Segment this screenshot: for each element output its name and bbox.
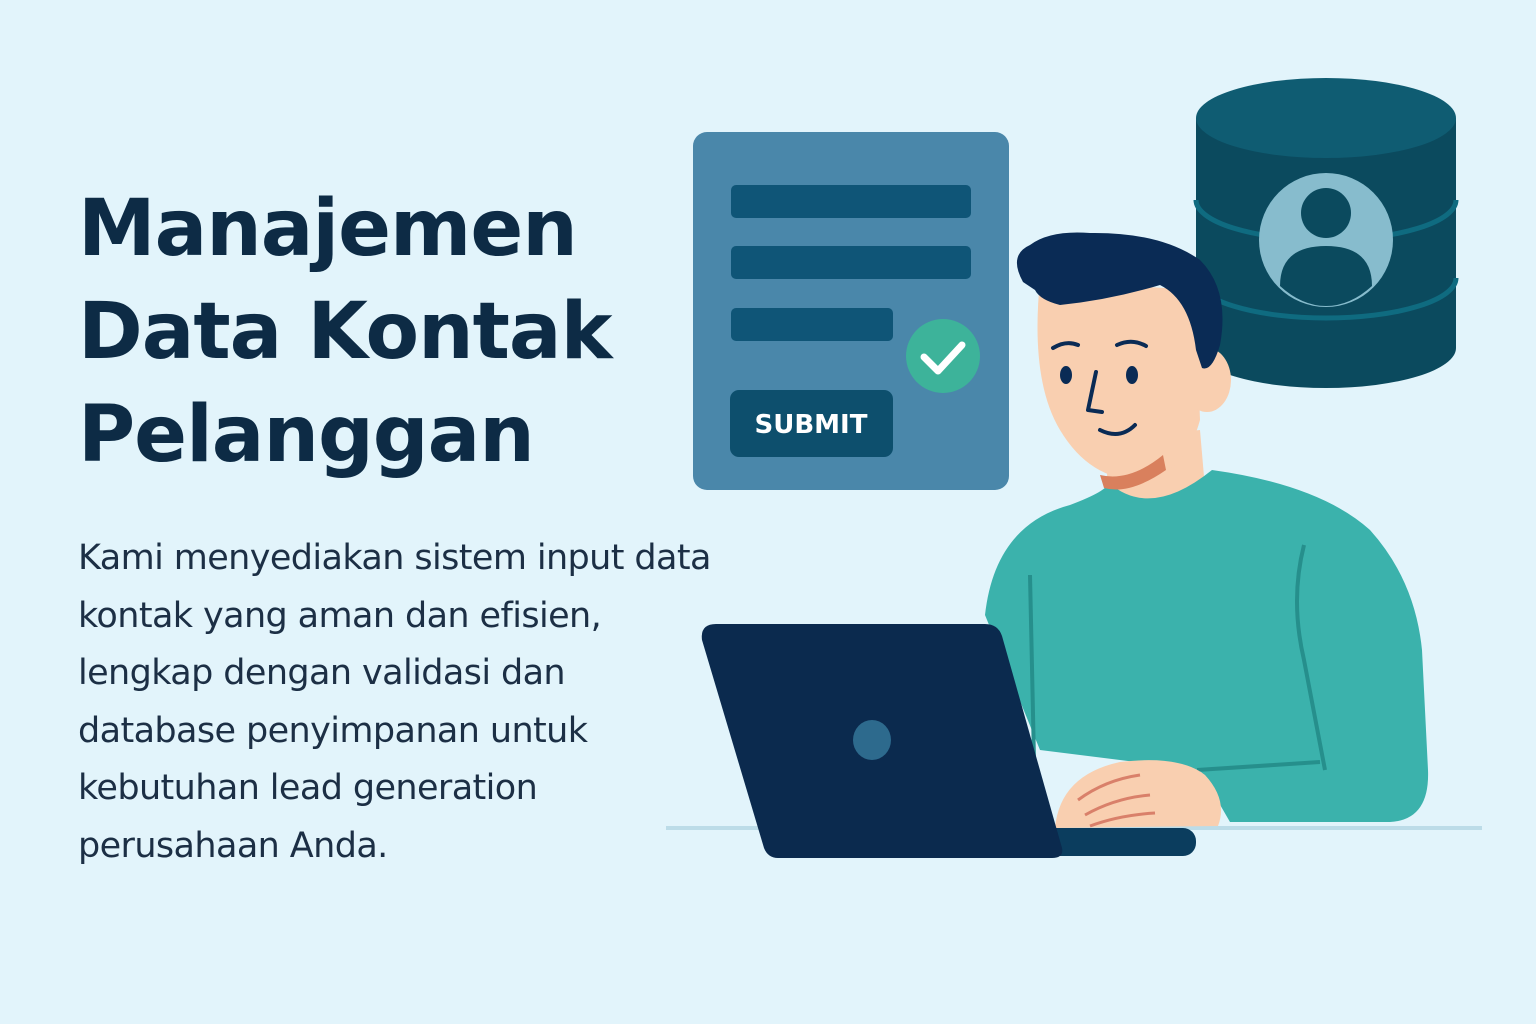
form-field-1[interactable] [731,185,971,218]
submit-button[interactable]: SUBMIT [730,390,893,457]
check-icon [906,319,980,393]
page: Manajemen Data Kontak Pelanggan Kami men… [0,0,1536,1024]
form-field-3[interactable] [731,308,893,341]
laptop-logo [853,720,891,760]
form-field-2[interactable] [731,246,971,279]
illustration: SUBMIT [666,78,1482,858]
form-card: SUBMIT [693,132,1009,490]
user-icon [1259,173,1393,307]
submit-button-label: SUBMIT [755,410,868,440]
database-icon [1193,78,1459,388]
